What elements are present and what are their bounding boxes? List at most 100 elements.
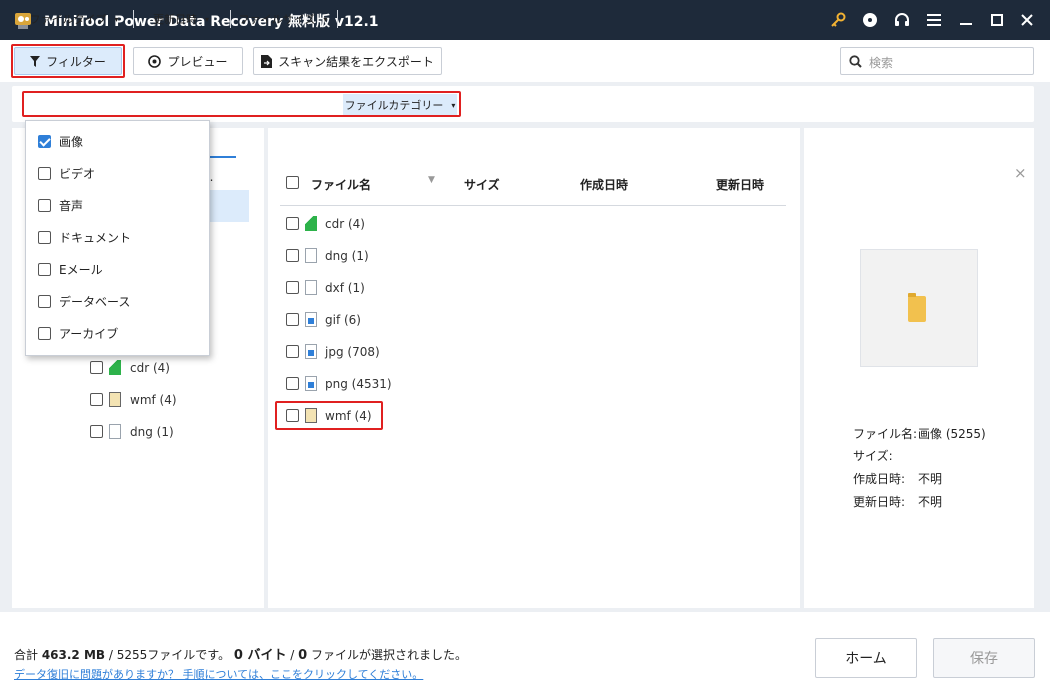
save-button[interactable]: 保存	[933, 638, 1035, 678]
cdr-file-icon	[305, 216, 317, 231]
funnel-icon	[30, 55, 41, 67]
sort-arrow-icon[interactable]: ▼	[428, 175, 435, 185]
file-row-label[interactable]: dng (1)	[325, 249, 369, 263]
summary-text: 合計 463.2 MB / 5255ファイルです。 0 バイト / 0 ファイル…	[14, 644, 467, 663]
filter-row	[12, 86, 1034, 122]
minimize-icon[interactable]	[957, 11, 975, 29]
wmf-file-icon	[305, 408, 317, 423]
maximize-icon[interactable]	[988, 11, 1006, 29]
file-category-label: ファイルカテゴリー	[344, 99, 444, 112]
export-button-label: スキャン結果をエクスポート	[278, 54, 434, 69]
menu-item-database[interactable]: データベース	[38, 291, 130, 311]
search-input[interactable]: 検索	[840, 47, 1034, 75]
file-row-label[interactable]: jpg (708)	[325, 345, 380, 359]
menu-item-video[interactable]: ビデオ	[38, 163, 95, 183]
file-list-panel: ファイル名 ▼ サイズ 作成日時 更新日時 cdr (4) dng (1) dx…	[268, 128, 800, 608]
export-button[interactable]: スキャン結果をエクスポート	[253, 47, 442, 75]
home-button[interactable]: ホーム	[815, 638, 917, 678]
menu-item-archive[interactable]: アーカイブ	[38, 323, 118, 343]
file-category-dropdown[interactable]: ファイルカテゴリー ▾	[343, 94, 457, 116]
menu-item-label: 音声	[59, 198, 84, 213]
image-file-icon	[305, 344, 317, 359]
menu-item-email[interactable]: Eメール	[38, 259, 103, 279]
image-file-icon	[305, 312, 317, 327]
row-checkbox[interactable]	[286, 345, 299, 358]
chevron-down-icon: ▾	[204, 14, 209, 24]
close-icon[interactable]	[1018, 11, 1036, 29]
row-checkbox[interactable]	[286, 377, 299, 390]
info-created-value: 不明	[918, 472, 943, 486]
disc-icon[interactable]	[861, 11, 879, 29]
select-all-checkbox[interactable]	[286, 176, 299, 189]
divider	[230, 10, 231, 28]
modified-date-dropdown[interactable]: 更新日時 ▾	[138, 8, 224, 30]
file-size-label: ファイルサイズ	[238, 13, 316, 26]
column-header-name[interactable]: ファイル名	[311, 176, 371, 193]
tree-checkbox[interactable]	[90, 361, 103, 374]
info-name-label: ファイル名:	[853, 427, 918, 441]
file-size-dropdown[interactable]: ファイルサイズ ▾	[234, 8, 332, 30]
column-header-size[interactable]: サイズ	[464, 176, 500, 193]
headphones-icon[interactable]	[893, 11, 911, 29]
preview-close-icon[interactable]: ×	[1014, 164, 1027, 182]
menu-icon[interactable]	[925, 11, 943, 29]
file-type-dropdown[interactable]: ファイルタイプ ▾	[26, 8, 122, 30]
file-row-label[interactable]: png (4531)	[325, 377, 392, 391]
cdr-file-icon	[109, 360, 121, 375]
menu-item-audio[interactable]: 音声	[38, 195, 83, 215]
tree-checkbox[interactable]	[90, 425, 103, 438]
export-icon	[261, 54, 273, 68]
search-icon	[849, 55, 862, 68]
checkbox[interactable]	[38, 262, 51, 276]
info-modified-value: 不明	[918, 495, 943, 509]
summary-size: 463.2 MB	[41, 648, 106, 662]
key-icon[interactable]	[829, 11, 847, 29]
file-type-label: ファイルタイプ	[29, 13, 107, 26]
row-checkbox[interactable]	[286, 281, 299, 294]
checkbox[interactable]	[38, 294, 51, 308]
search-placeholder: 検索	[869, 56, 894, 70]
checkbox-checked[interactable]	[38, 134, 51, 148]
file-row-label[interactable]: wmf (4)	[325, 409, 372, 423]
menu-item-label: Eメール	[59, 262, 103, 277]
preview-thumbnail	[860, 249, 978, 367]
preview-button[interactable]: プレビュー	[133, 47, 243, 75]
modified-date-label: 更新日時	[152, 13, 197, 26]
tree-item-label: cdr (4)	[130, 361, 170, 375]
filter-button[interactable]: フィルター	[14, 47, 122, 75]
row-checkbox[interactable]	[286, 249, 299, 262]
file-icon	[305, 248, 317, 263]
file-icon	[305, 280, 317, 295]
header-divider	[280, 205, 786, 206]
chevron-down-icon: ▾	[114, 14, 119, 24]
chevron-down-icon: ▾	[451, 100, 456, 110]
checkbox[interactable]	[38, 230, 51, 244]
summary-prefix: 合計	[14, 648, 42, 662]
column-header-modified[interactable]: 更新日時	[716, 176, 764, 193]
checkbox[interactable]	[38, 326, 51, 340]
help-link[interactable]: データ復旧に問題がありますか？ 手順については、ここをクリックしてください。	[14, 666, 423, 682]
file-row-label[interactable]: dxf (1)	[325, 281, 365, 295]
file-row-label[interactable]: cdr (4)	[325, 217, 365, 231]
column-header-created[interactable]: 作成日時	[580, 176, 628, 193]
info-size-label: サイズ:	[853, 449, 893, 463]
tree-checkbox[interactable]	[90, 393, 103, 406]
row-checkbox[interactable]	[286, 409, 299, 422]
info-modified-label: 更新日時:	[853, 495, 906, 509]
checkbox[interactable]	[38, 198, 51, 212]
preview-panel: ×	[804, 128, 1034, 608]
folder-icon	[908, 293, 926, 322]
checkbox[interactable]	[38, 166, 51, 180]
chevron-down-icon: ▾	[323, 14, 328, 24]
row-checkbox[interactable]	[286, 313, 299, 326]
summary-mid: / 5255ファイルです。	[105, 648, 234, 662]
tree-item-label: wmf (4)	[130, 393, 177, 407]
menu-item-document[interactable]: ドキュメント	[38, 227, 131, 247]
wmf-file-icon	[109, 392, 121, 407]
selected-suffix: ファイルが選択されました。	[307, 648, 468, 662]
file-icon	[109, 424, 121, 439]
row-checkbox[interactable]	[286, 217, 299, 230]
menu-item-image[interactable]: 画像	[38, 131, 83, 151]
file-row-label[interactable]: gif (6)	[325, 313, 361, 327]
tree-selected-row[interactable]	[208, 190, 249, 222]
